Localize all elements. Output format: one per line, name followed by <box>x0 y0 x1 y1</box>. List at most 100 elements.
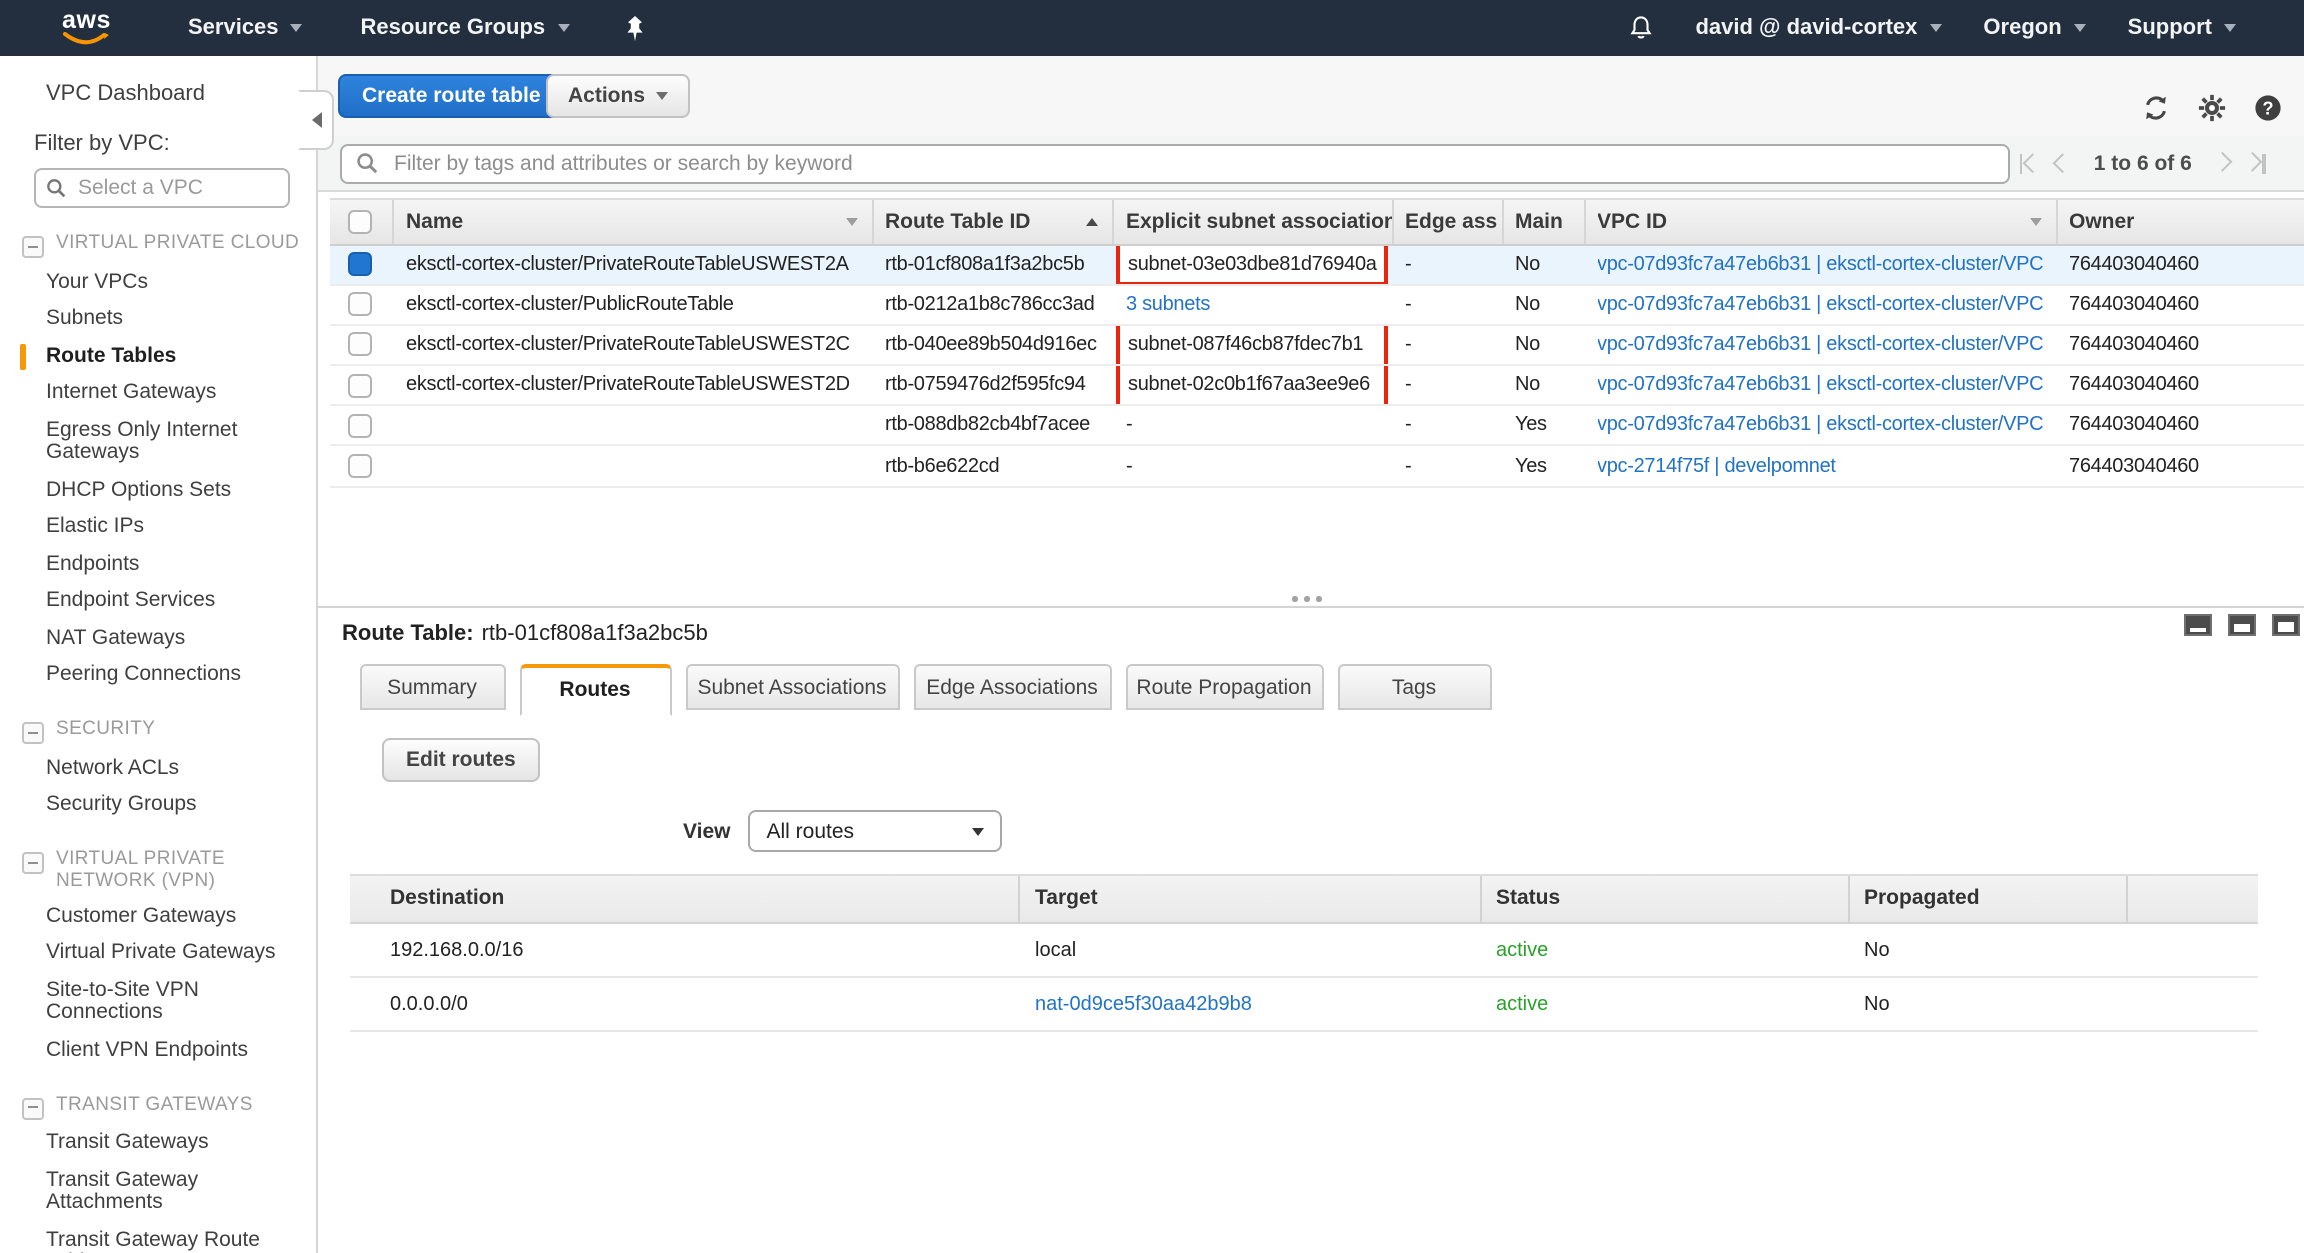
aws-logo[interactable]: aws <box>60 8 112 48</box>
nav-right-group: david @ david-cortex Oregon Support <box>1627 14 2236 42</box>
vpc-link[interactable]: vpc-07d93fc7a47eb6b31 | eksctl-cortex-cl… <box>1597 334 2043 356</box>
sidebar-section-header[interactable]: VIRTUAL PRIVATE NETWORK (VPN) <box>22 850 300 892</box>
sidebar-item-security-groups[interactable]: Security Groups <box>0 787 298 824</box>
nav-resource-groups-menu[interactable]: Resource Groups <box>361 16 570 40</box>
sidebar-item-internet-gateways[interactable]: Internet Gateways <box>0 375 298 412</box>
vpc-link[interactable]: vpc-07d93fc7a47eb6b31 | eksctl-cortex-cl… <box>1597 415 2043 437</box>
table-row[interactable]: eksctl-cortex-cluster/PrivateRouteTableU… <box>330 366 2304 406</box>
cell-vpc-id: vpc-07d93fc7a47eb6b31 | eksctl-cortex-cl… <box>1585 285 2057 323</box>
sidebar-section-header[interactable]: TRANSIT GATEWAYS <box>22 1095 300 1119</box>
cell-route-table-id: rtb-040ee89b504d916ec <box>873 326 1114 364</box>
sidebar-item-vpc-dashboard[interactable]: VPC Dashboard <box>46 82 316 106</box>
pane-splitter[interactable] <box>316 605 2304 607</box>
select-vpc-combobox[interactable] <box>34 168 290 208</box>
pin-shortcut-button[interactable] <box>623 15 645 41</box>
nav-services-menu[interactable]: Services <box>188 16 303 40</box>
sidebar-section-header[interactable]: SECURITY <box>22 720 300 744</box>
row-checkbox[interactable] <box>348 333 372 357</box>
column-header-vpc-id[interactable]: VPC ID <box>1585 199 2057 243</box>
tab-route-propagation[interactable]: Route Propagation <box>1125 663 1323 709</box>
sidebar-item-nat-gateways[interactable]: NAT Gateways <box>0 620 298 657</box>
help-button[interactable]: ? <box>2254 94 2282 122</box>
sidebar-item-subnets[interactable]: Subnets <box>0 301 298 338</box>
column-header-owner[interactable]: Owner <box>2057 199 2304 243</box>
row-checkbox[interactable] <box>348 373 372 397</box>
sidebar-sections: VIRTUAL PRIVATE CLOUD Your VPCsSubnetsRou… <box>0 234 316 1253</box>
sidebar-section-header[interactable]: VIRTUAL PRIVATE CLOUD <box>22 234 300 258</box>
layout-bottom-small-icon[interactable] <box>2184 614 2212 636</box>
next-page-button[interactable] <box>2216 157 2229 170</box>
create-route-table-button[interactable]: Create route table <box>338 74 565 118</box>
tab-edge-associations[interactable]: Edge Associations <box>913 663 1111 709</box>
filter-by-vpc-label: Filter by VPC: <box>34 132 316 156</box>
chevron-down-icon <box>973 827 985 835</box>
notifications-button[interactable] <box>1627 14 1653 42</box>
prev-page-button[interactable] <box>2057 157 2070 170</box>
column-header-name[interactable]: Name <box>394 199 873 243</box>
layout-bottom-large-icon[interactable] <box>2272 614 2300 636</box>
subnets-link[interactable]: 3 subnets <box>1126 294 1210 316</box>
actions-button[interactable]: Actions <box>546 74 689 118</box>
vpc-link[interactable]: vpc-07d93fc7a47eb6b31 | eksctl-cortex-cl… <box>1597 374 2043 396</box>
filter-search-box[interactable] <box>340 143 2010 183</box>
sidebar-item-virtual-private-gateways[interactable]: Virtual Private Gateways <box>0 935 298 972</box>
sidebar-item-peering-connections[interactable]: Peering Connections <box>0 657 298 694</box>
layout-bottom-medium-icon[interactable] <box>2228 614 2256 636</box>
row-checkbox[interactable] <box>348 454 372 478</box>
cell-name <box>394 407 873 445</box>
tab-subnet-associations[interactable]: Subnet Associations <box>685 663 899 709</box>
sidebar-item-endpoint-services[interactable]: Endpoint Services <box>0 583 298 620</box>
row-checkbox[interactable] <box>348 293 372 317</box>
refresh-button[interactable] <box>2142 94 2170 122</box>
tab-routes[interactable]: Routes <box>519 663 671 715</box>
row-checkbox[interactable] <box>348 414 372 438</box>
sidebar-item-egress-only-internet-gateways[interactable]: Egress Only Internet Gateways <box>0 412 298 472</box>
sidebar-item-elastic-ips[interactable]: Elastic IPs <box>0 509 298 546</box>
region-menu[interactable]: Oregon <box>1983 16 2085 40</box>
tab-tags[interactable]: Tags <box>1337 663 1491 709</box>
cell-explicit-subnet: 3 subnets <box>1114 285 1393 323</box>
sidebar-item-transit-gateway-route-tables[interactable]: Transit Gateway Route Tables <box>0 1222 298 1253</box>
vpc-link[interactable]: vpc-07d93fc7a47eb6b31 | eksctl-cortex-cl… <box>1597 253 2043 275</box>
table-row[interactable]: rtb-088db82cb4bf7acee--Yesvpc-07d93fc7a4… <box>330 407 2304 447</box>
sidebar-item-dhcp-options-sets[interactable]: DHCP Options Sets <box>0 472 298 509</box>
column-header-edge[interactable]: Edge ass <box>1393 199 1503 243</box>
nat-gateway-link[interactable]: nat-0d9ce5f30aa42b9b8 <box>1035 993 1252 1015</box>
sidebar-item-transit-gateway-attachments[interactable]: Transit Gateway Attachments <box>0 1162 298 1222</box>
first-page-button[interactable] <box>2020 153 2039 173</box>
select-vpc-input[interactable] <box>74 174 278 202</box>
column-header-explicit-subnet[interactable]: Explicit subnet association <box>1114 199 1393 243</box>
account-menu[interactable]: david @ david-cortex <box>1695 16 1941 40</box>
last-page-button[interactable] <box>2247 153 2266 173</box>
sidebar-item-endpoints[interactable]: Endpoints <box>0 546 298 583</box>
tab-summary[interactable]: Summary <box>359 663 505 709</box>
pagination-range: 1 to 6 of 6 <box>2094 151 2192 175</box>
table-row[interactable]: rtb-b6e622cd--Yesvpc-2714f75f | develpom… <box>330 447 2304 487</box>
table-row[interactable]: eksctl-cortex-cluster/PrivateRouteTableU… <box>330 245 2304 285</box>
splitter-grip-icon[interactable] <box>1292 596 1322 601</box>
sidebar-item-your-vpcs[interactable]: Your VPCs <box>0 264 298 301</box>
table-row[interactable]: eksctl-cortex-cluster/PrivateRouteTableU… <box>330 326 2304 366</box>
select-all-checkbox[interactable] <box>348 209 372 233</box>
cell-edge-associations: - <box>1393 285 1503 323</box>
table-row[interactable]: eksctl-cortex-cluster/PublicRouteTablert… <box>330 285 2304 325</box>
edit-routes-button[interactable]: Edit routes <box>382 738 540 782</box>
nav-services-label: Services <box>188 16 279 40</box>
sidebar-item-transit-gateways[interactable]: Transit Gateways <box>0 1125 298 1162</box>
column-header-route-table-id[interactable]: Route Table ID <box>873 199 1114 243</box>
support-menu[interactable]: Support <box>2128 16 2236 40</box>
row-checkbox[interactable] <box>348 252 372 276</box>
sidebar-item-client-vpn-endpoints[interactable]: Client VPN Endpoints <box>0 1032 298 1069</box>
column-header-main[interactable]: Main <box>1503 199 1585 243</box>
sidebar-item-site-to-site-vpn-connections[interactable]: Site-to-Site VPN Connections <box>0 972 298 1032</box>
vpc-link[interactable]: vpc-07d93fc7a47eb6b31 | eksctl-cortex-cl… <box>1597 294 2043 316</box>
sidebar-collapse-button[interactable] <box>298 90 334 150</box>
vpc-link[interactable]: vpc-2714f75f | develpomnet <box>1597 455 1836 477</box>
settings-button[interactable] <box>2198 94 2226 122</box>
filter-search-input[interactable] <box>390 149 1994 177</box>
select-cell <box>330 447 394 485</box>
sidebar-item-network-acls[interactable]: Network ACLs <box>0 750 298 787</box>
view-select[interactable]: All routes <box>749 810 1003 852</box>
sidebar-item-customer-gateways[interactable]: Customer Gateways <box>0 898 298 935</box>
sidebar-item-route-tables[interactable]: Route Tables <box>0 338 298 375</box>
